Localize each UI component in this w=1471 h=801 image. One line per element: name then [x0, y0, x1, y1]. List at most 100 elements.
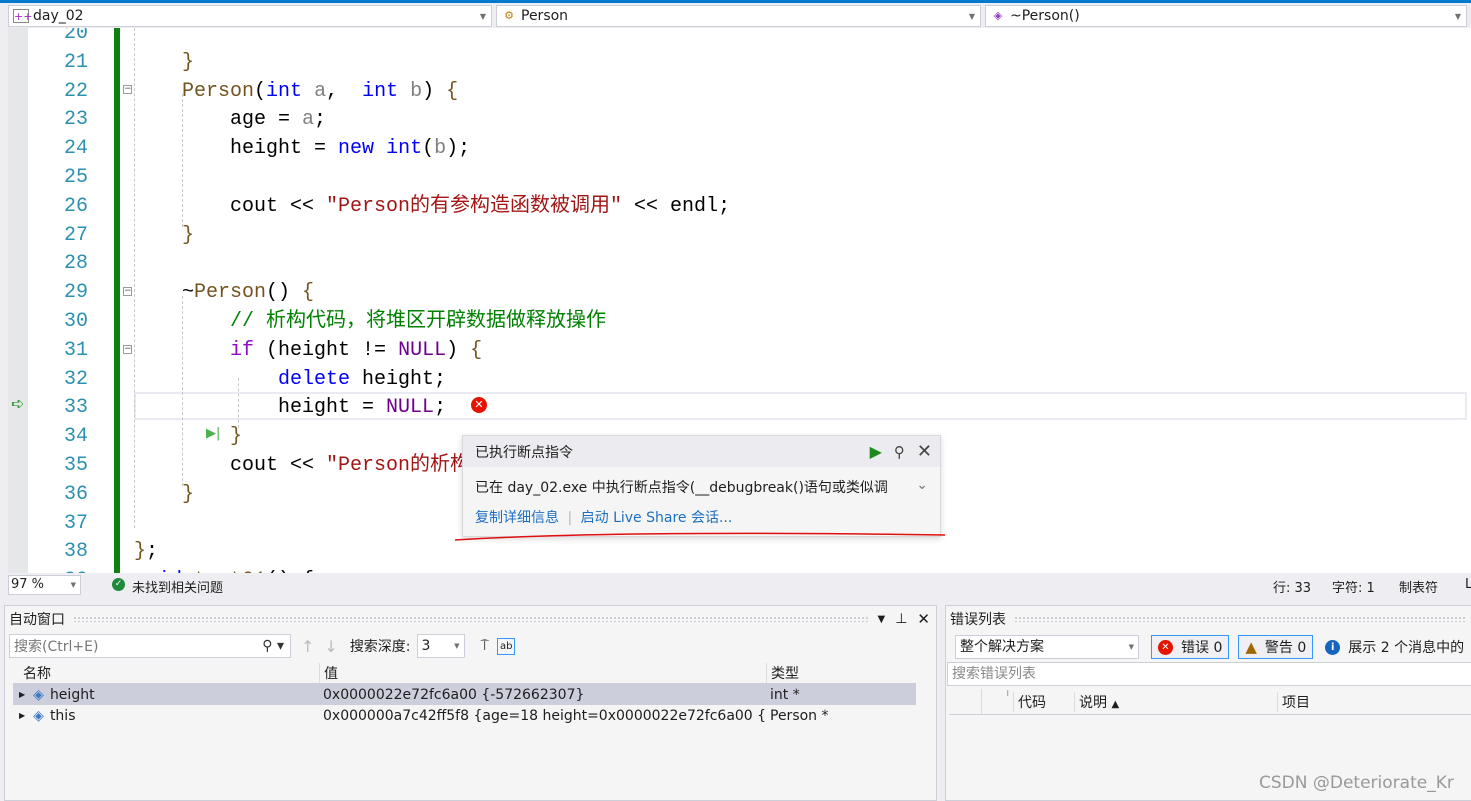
- column-project[interactable]: 项目: [1277, 691, 1471, 712]
- drag-grip[interactable]: [73, 616, 870, 622]
- variable-value[interactable]: 0x000000a7c42ff5f8 {age=18 height=0x0000…: [319, 708, 766, 724]
- line-number: 34: [63, 425, 88, 449]
- column-type[interactable]: 类型: [766, 662, 916, 683]
- tabs-indicator[interactable]: 制表符: [1399, 577, 1438, 596]
- code-line[interactable]: }: [134, 480, 194, 509]
- char-indicator[interactable]: 字符: 1: [1332, 577, 1375, 596]
- code-token: }: [182, 223, 195, 247]
- autos-search-input[interactable]: 搜索(Ctrl+E) ⚲ ▾: [9, 634, 291, 658]
- collapse-toggle[interactable]: −: [123, 345, 132, 354]
- code-token: ;: [146, 540, 159, 564]
- continue-icon[interactable]: ▶: [870, 442, 882, 461]
- exception-message: 已在 day_02.exe 中执行断点指令(__debugbreak()语句或类…: [475, 480, 888, 496]
- variable-name: height: [49, 686, 95, 703]
- navigation-bar: ++ day_02 ▼ ⚙ Person ▼ ◈ ~Person() ▼: [0, 3, 1471, 28]
- line-number: 30: [63, 310, 88, 333]
- code-line[interactable]: height = new int(b);: [134, 134, 470, 163]
- current-statement-arrow-icon: ➪: [11, 394, 25, 413]
- error-list-search-input[interactable]: 搜索错误列表: [947, 662, 1471, 686]
- autos-row[interactable]: ▶ ◈ height 0x0000022e72fc6a00 {-572662307} i…: [13, 684, 916, 705]
- autos-row[interactable]: ▶ ◈ this 0x000000a7c42ff5f8 {age=18 height=…: [13, 705, 916, 726]
- eol-indicator[interactable]: L: [1465, 577, 1471, 592]
- code-token: new: [338, 137, 375, 161]
- expand-icon[interactable]: ⌄: [916, 477, 928, 493]
- code-token: "Person的有参构造函数被调用": [326, 194, 623, 218]
- expand-arrow-icon[interactable]: ▶: [19, 690, 25, 699]
- class-dropdown[interactable]: ⚙ Person ▼: [496, 5, 981, 27]
- code-token: height =: [134, 137, 339, 161]
- code-line[interactable]: height = NULL;: [134, 393, 446, 422]
- code-line[interactable]: }: [134, 422, 242, 451]
- autos-header: 名称 值 类型: [13, 662, 916, 684]
- code-line[interactable]: void test01() {: [134, 566, 314, 573]
- line-number: 20: [63, 28, 88, 45]
- code-token: NULL: [386, 396, 435, 420]
- code-line[interactable]: age = a;: [134, 105, 326, 134]
- code-token: cout <<: [134, 194, 327, 218]
- drag-grip[interactable]: [1014, 616, 1467, 622]
- start-live-share-link[interactable]: 启动 Live Share 会话...: [581, 510, 733, 526]
- code-token: {: [302, 281, 315, 305]
- line-number: 37: [63, 511, 88, 535]
- search-next-icon[interactable]: ↓: [324, 637, 337, 656]
- member-label: ~Person(): [1010, 8, 1080, 24]
- line-indicator[interactable]: 行: 33: [1273, 577, 1311, 596]
- code-line[interactable]: if (height != NULL) {: [134, 336, 482, 365]
- code-token: << endl;: [622, 194, 731, 218]
- pin-icon[interactable]: ⊥: [895, 611, 907, 627]
- collapse-toggle[interactable]: −: [123, 85, 132, 94]
- close-icon[interactable]: ✕: [917, 610, 930, 628]
- exception-title: 已执行断点指令: [475, 444, 573, 461]
- window-menu-icon[interactable]: ▼: [878, 614, 886, 625]
- search-previous-icon[interactable]: ↑: [301, 637, 314, 656]
- project-dropdown[interactable]: ++ day_02 ▼: [8, 5, 492, 27]
- code-token: {: [446, 79, 459, 103]
- code-line[interactable]: ~Person() {: [134, 278, 314, 307]
- variable-icon: ◈: [33, 686, 44, 703]
- code-line[interactable]: Person(int a, int b) {: [134, 77, 458, 106]
- column-description[interactable]: 说明 ▲: [1074, 691, 1277, 712]
- line-number: 39: [28, 566, 88, 573]
- column-code[interactable]: 代码: [1013, 691, 1074, 712]
- search-icon[interactable]: ⚲ ▾: [262, 638, 284, 654]
- pin-icon[interactable]: ⚲: [894, 443, 905, 461]
- code-token: NULL: [398, 338, 447, 362]
- view-as-string-icon[interactable]: ab: [496, 637, 516, 655]
- code-line[interactable]: }: [134, 48, 194, 77]
- copy-details-link[interactable]: 复制详细信息: [475, 510, 559, 526]
- errors-filter-button[interactable]: ✕ 错误 0: [1151, 635, 1230, 659]
- code-line[interactable]: delete height;: [134, 365, 446, 394]
- code-token: height =: [134, 396, 387, 420]
- code-token: ;: [314, 108, 327, 132]
- code-line[interactable]: }: [134, 221, 194, 250]
- close-icon[interactable]: ✕: [917, 441, 932, 462]
- filter-icon[interactable]: ⁝: [981, 689, 1013, 714]
- exception-error-icon[interactable]: ✕: [471, 397, 487, 413]
- code-line[interactable]: };: [134, 537, 158, 566]
- collapse-toggle[interactable]: −: [123, 287, 132, 296]
- code-token: // 析构代码，将堆区开辟数据做释放操作: [230, 310, 607, 333]
- member-dropdown[interactable]: ◈ ~Person() ▼: [985, 5, 1467, 27]
- variable-value[interactable]: 0x0000022e72fc6a00 {-572662307}: [319, 687, 766, 703]
- scope-dropdown[interactable]: 整个解决方案 ▼: [955, 635, 1139, 659]
- column-name[interactable]: 名称: [13, 663, 319, 683]
- code-line[interactable]: cout << "Person的有参构造函数被调用" << endl;: [134, 192, 730, 221]
- zoom-dropdown[interactable]: 97 % ▼: [8, 575, 81, 595]
- code-token: (: [422, 137, 435, 161]
- expand-arrow-icon[interactable]: ▶: [19, 711, 25, 720]
- search-depth-dropdown[interactable]: 3 ▼: [416, 634, 465, 658]
- code-token: delete: [278, 367, 351, 391]
- code-token: b: [434, 137, 447, 161]
- autos-title: 自动窗口: [9, 612, 65, 628]
- messages-filter-button[interactable]: i 展示 2 个消息中的: [1325, 637, 1464, 657]
- column-value[interactable]: 值: [319, 662, 766, 683]
- code-line[interactable]: // 析构代码，将堆区开辟数据做释放操作: [134, 307, 606, 336]
- pin-to-source-icon[interactable]: ⍑: [481, 638, 489, 654]
- line-number: 29: [63, 281, 88, 305]
- issues-status[interactable]: 未找到相关问题: [132, 577, 223, 596]
- warnings-filter-button[interactable]: ▲ 警告 0: [1238, 635, 1314, 659]
